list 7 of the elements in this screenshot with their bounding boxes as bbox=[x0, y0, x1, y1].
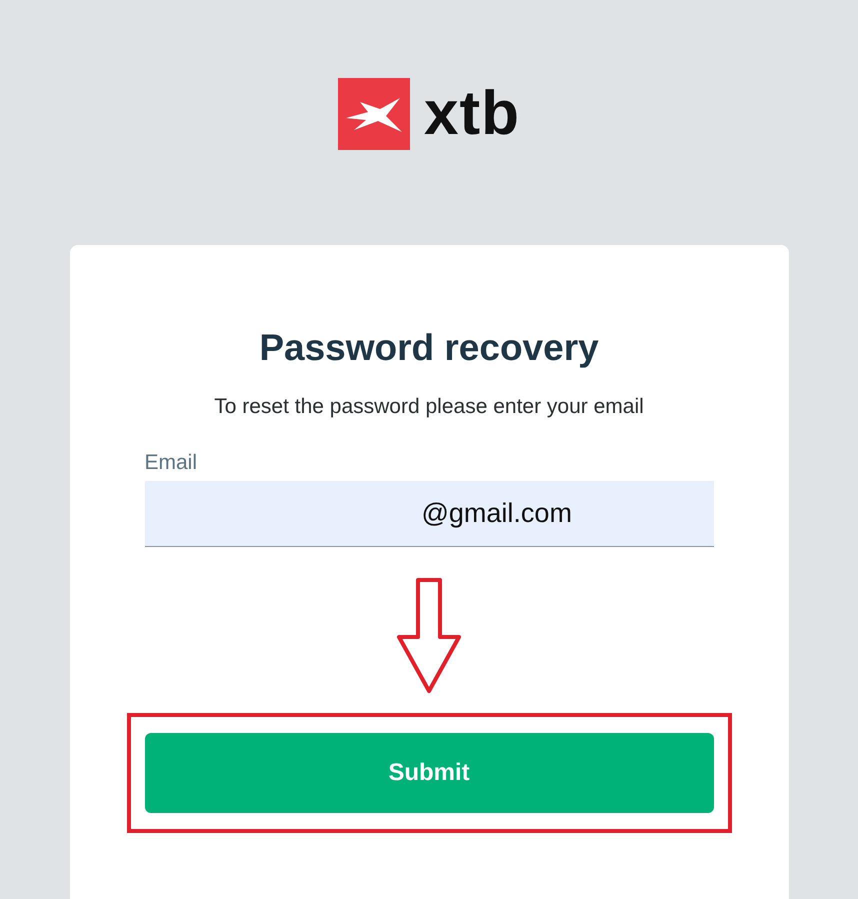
logo-wordmark: xtb bbox=[424, 83, 520, 145]
email-label: Email bbox=[144, 451, 198, 475]
logo-icon bbox=[338, 78, 410, 150]
instruction-text: To reset the password please enter your email bbox=[214, 395, 644, 419]
page-title: Password recovery bbox=[259, 327, 599, 369]
down-arrow-icon bbox=[396, 577, 462, 695]
email-field[interactable]: @gmail.com bbox=[144, 481, 714, 547]
